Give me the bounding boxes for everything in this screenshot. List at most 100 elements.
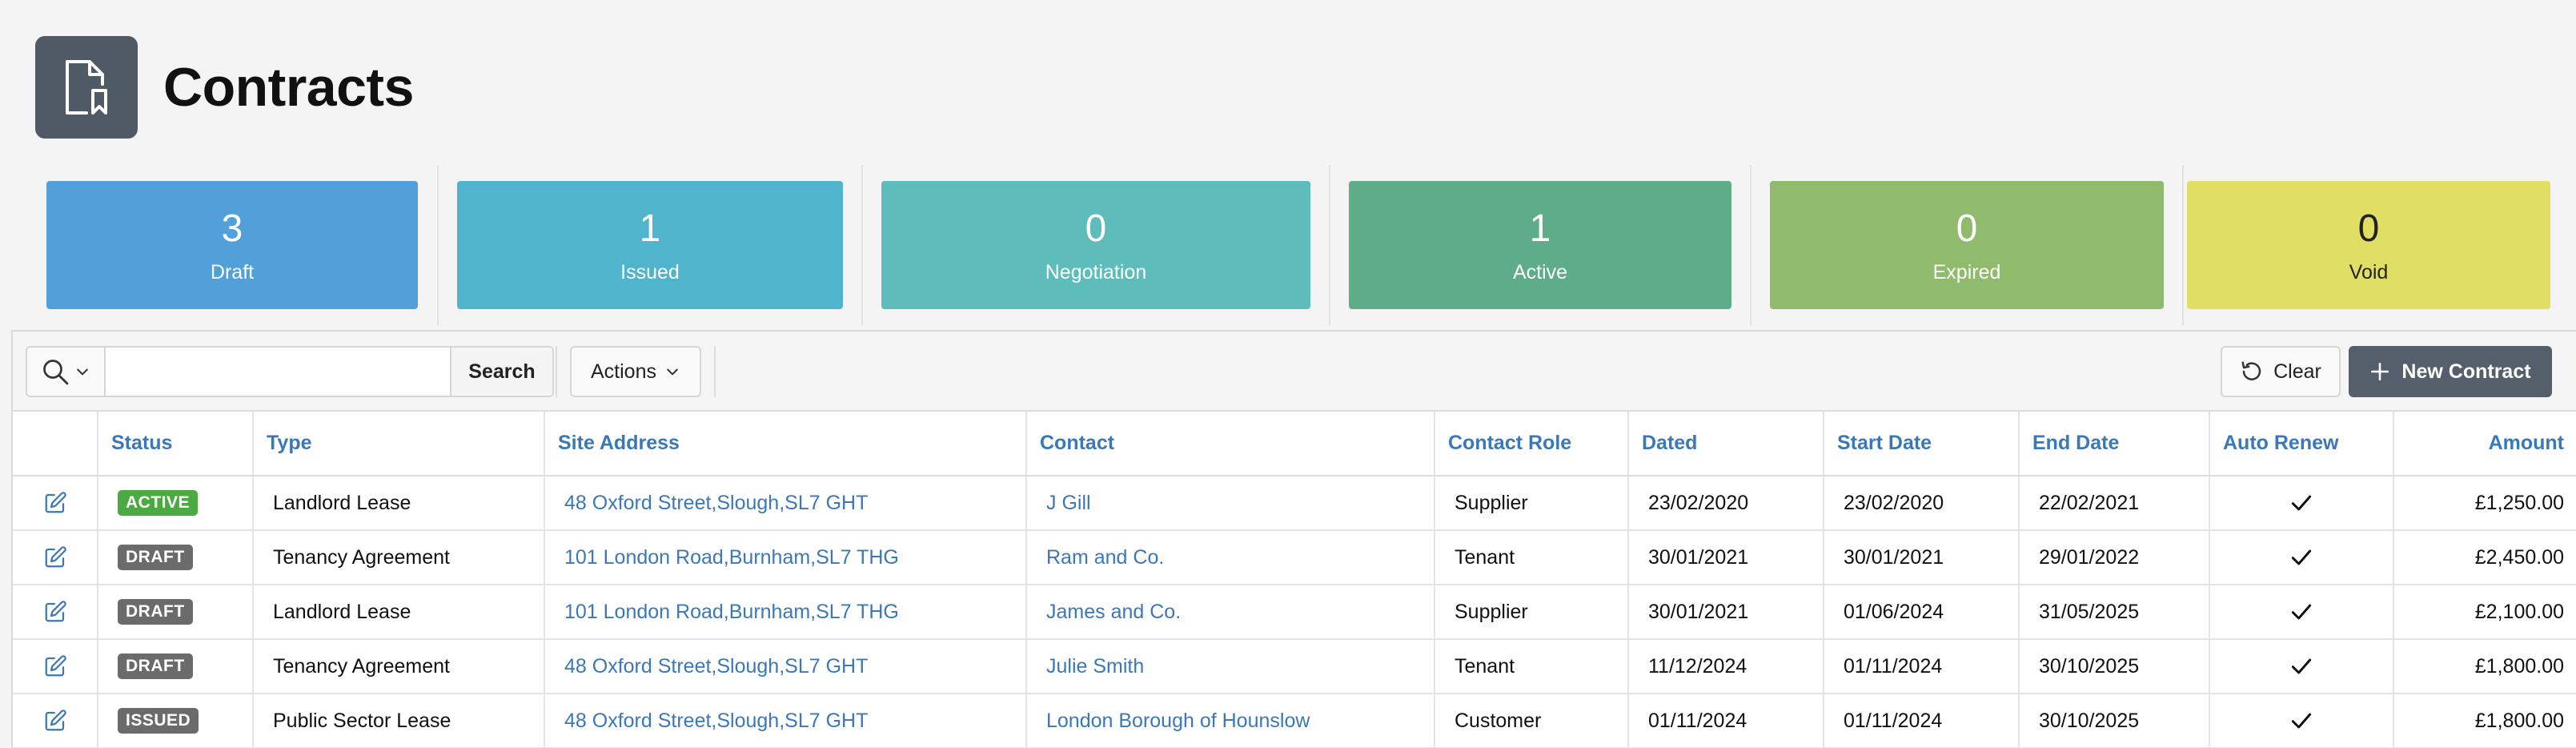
column-header-contact-role[interactable]: Contact Role xyxy=(1434,412,1629,477)
check-icon xyxy=(2291,658,2312,674)
edit-row-button[interactable] xyxy=(13,585,98,640)
status-badge: ACTIVE xyxy=(118,490,199,516)
search-group: Search xyxy=(26,346,554,397)
auto-renew-cell xyxy=(2209,585,2394,640)
stat-label: Negotiation xyxy=(1045,260,1147,284)
end-date-cell: 30/10/2025 xyxy=(2019,694,2210,748)
stat-card-active[interactable]: 1 Active xyxy=(1349,181,1731,309)
stat-count: 1 xyxy=(639,207,661,250)
end-date-cell: 31/05/2025 xyxy=(2019,585,2210,640)
new-contract-button[interactable]: New Contract xyxy=(2349,346,2552,397)
site-address-link[interactable]: 48 Oxford Street,Slough,SL7 GHT xyxy=(544,694,1027,748)
contact-role-cell: Tenant xyxy=(1434,530,1629,585)
stat-cell-expired: 0 Expired xyxy=(1750,165,2182,325)
edit-row-button[interactable] xyxy=(13,694,98,748)
edit-icon xyxy=(45,655,66,677)
type-cell: Landlord Lease xyxy=(253,585,545,640)
column-header-auto-renew[interactable]: Auto Renew xyxy=(2209,412,2394,477)
actions-menu-button[interactable]: Actions xyxy=(570,346,701,397)
status-badge: DRAFT xyxy=(118,599,193,625)
amount-cell: £1,800.00 xyxy=(2393,639,2576,694)
page-header: Contracts xyxy=(35,35,414,139)
toolbar: Search Actions Clear New Contract xyxy=(13,332,2576,412)
amount-cell: £2,100.00 xyxy=(2393,585,2576,640)
contact-role-cell: Tenant xyxy=(1434,639,1629,694)
auto-renew-cell xyxy=(2209,476,2394,531)
table-row: DRAFT Tenancy Agreement 101 London Road,Bu… xyxy=(13,530,2576,585)
column-header-contact[interactable]: Contact xyxy=(1026,412,1435,477)
site-address-link[interactable]: 48 Oxford Street,Slough,SL7 GHT xyxy=(544,639,1027,694)
toolbar-divider xyxy=(556,346,557,397)
column-header-type[interactable]: Type xyxy=(253,412,545,477)
table-header: Status Type Site Address Contact Contact… xyxy=(13,412,2576,477)
column-header-start-date[interactable]: Start Date xyxy=(1824,412,2020,477)
edit-row-button[interactable] xyxy=(13,530,98,585)
stat-cell-void: 0 Void xyxy=(2182,165,2554,325)
start-date-cell: 01/11/2024 xyxy=(1824,639,2020,694)
check-icon xyxy=(2291,549,2312,565)
status-cell: ACTIVE xyxy=(98,476,254,531)
stat-card-issued[interactable]: 1 Issued xyxy=(457,181,843,309)
search-input[interactable] xyxy=(106,348,450,396)
column-header-site-address[interactable]: Site Address xyxy=(544,412,1027,477)
contact-link[interactable]: Ram and Co. xyxy=(1026,530,1435,585)
contracts-panel: Search Actions Clear New Contract Status… xyxy=(11,330,2576,748)
table-row: ISSUED Public Sector Lease 48 Oxford Stree… xyxy=(13,694,2576,748)
type-cell: Tenancy Agreement xyxy=(253,530,545,585)
column-header-status[interactable]: Status xyxy=(98,412,254,477)
table-body: ACTIVE Landlord Lease 48 Oxford Street,Slo… xyxy=(13,476,2576,748)
column-header-amount[interactable]: Amount xyxy=(2393,412,2576,477)
check-icon xyxy=(2291,604,2312,620)
actions-label: Actions xyxy=(591,360,656,383)
stat-count: 0 xyxy=(2357,207,2380,250)
end-date-cell: 30/10/2025 xyxy=(2019,639,2210,694)
stat-count: 0 xyxy=(1085,207,1107,250)
table-row: ACTIVE Landlord Lease 48 Oxford Street,Slo… xyxy=(13,476,2576,531)
stat-card-draft[interactable]: 3 Draft xyxy=(46,181,418,309)
page-title: Contracts xyxy=(163,57,414,118)
stat-label: Void xyxy=(2349,260,2389,284)
status-cell: DRAFT xyxy=(98,639,254,694)
type-cell: Public Sector Lease xyxy=(253,694,545,748)
edit-row-button[interactable] xyxy=(13,476,98,531)
column-header-dated[interactable]: Dated xyxy=(1628,412,1824,477)
type-cell: Landlord Lease xyxy=(253,476,545,531)
contact-link[interactable]: J Gill xyxy=(1026,476,1435,531)
check-icon xyxy=(2291,713,2312,729)
table-row: DRAFT Landlord Lease 101 London Road,Burnh… xyxy=(13,585,2576,640)
contract-document-icon xyxy=(35,36,138,139)
auto-renew-cell xyxy=(2209,530,2394,585)
stat-card-negotiation[interactable]: 0 Negotiation xyxy=(881,181,1310,309)
edit-row-button[interactable] xyxy=(13,639,98,694)
contact-link[interactable]: James and Co. xyxy=(1026,585,1435,640)
site-address-link[interactable]: 48 Oxford Street,Slough,SL7 GHT xyxy=(544,476,1027,531)
column-header-end-date[interactable]: End Date xyxy=(2019,412,2210,477)
contact-link[interactable]: Julie Smith xyxy=(1026,639,1435,694)
dated-cell: 23/02/2020 xyxy=(1628,476,1824,531)
stat-label: Active xyxy=(1512,260,1568,284)
clear-button[interactable]: Clear xyxy=(2221,346,2341,397)
stat-cell-active: 1 Active xyxy=(1329,165,1750,325)
stat-card-void[interactable]: 0 Void xyxy=(2187,181,2550,309)
search-button[interactable]: Search xyxy=(450,348,552,396)
status-badge: ISSUED xyxy=(118,708,199,734)
stat-card-expired[interactable]: 0 Expired xyxy=(1770,181,2164,309)
type-cell: Tenancy Agreement xyxy=(253,639,545,694)
site-address-link[interactable]: 101 London Road,Burnham,SL7 THG xyxy=(544,530,1027,585)
amount-cell: £2,450.00 xyxy=(2393,530,2576,585)
contact-link[interactable]: London Borough of Hounslow xyxy=(1026,694,1435,748)
edit-icon xyxy=(45,601,66,622)
edit-icon xyxy=(45,546,66,568)
end-date-cell: 29/01/2022 xyxy=(2019,530,2210,585)
site-address-link[interactable]: 101 London Road,Burnham,SL7 THG xyxy=(544,585,1027,640)
status-badge: DRAFT xyxy=(118,545,193,570)
dated-cell: 30/01/2021 xyxy=(1628,585,1824,640)
search-options-button[interactable] xyxy=(27,348,106,396)
contracts-table: Status Type Site Address Contact Contact… xyxy=(13,412,2576,748)
start-date-cell: 30/01/2021 xyxy=(1824,530,2020,585)
column-header-edit xyxy=(13,412,98,477)
chevron-down-icon xyxy=(77,368,88,376)
status-badge: DRAFT xyxy=(118,653,193,679)
check-icon xyxy=(2291,495,2312,511)
edit-icon xyxy=(45,492,66,513)
